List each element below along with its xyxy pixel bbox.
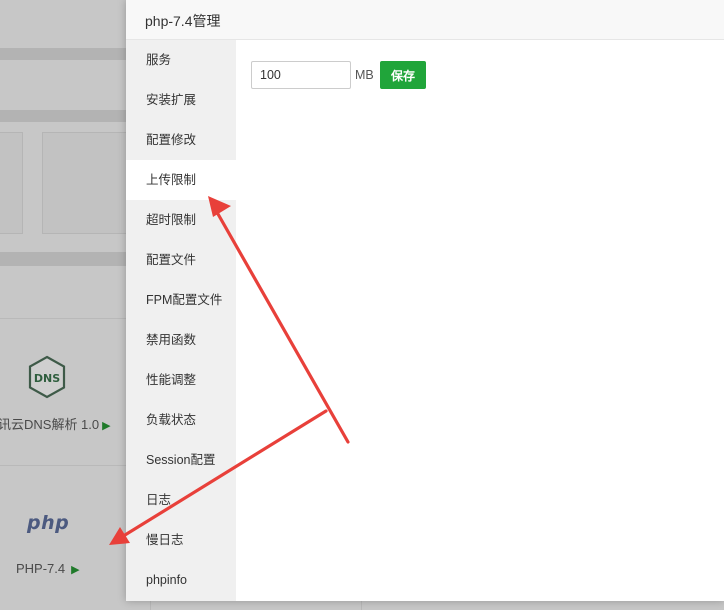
sidebar-item-slow-log[interactable]: 慢日志 <box>126 520 236 560</box>
sidebar-item-performance-tuning[interactable]: 性能调整 <box>126 360 236 400</box>
upload-limit-input[interactable] <box>251 61 351 89</box>
dialog-header: php-7.4管理 <box>126 0 724 40</box>
play-icon: ▶ <box>71 564 80 576</box>
plugin-name: 讯云DNS解析 1.0 <box>0 417 100 432</box>
bg-divider <box>0 48 126 60</box>
bg-plugin-label-dns[interactable]: 讯云DNS解析 1.0 ▶ <box>0 414 111 433</box>
bg-card <box>0 132 23 234</box>
bg-plugin-label-php[interactable]: PHP-7.4 ▶ <box>16 561 80 576</box>
screen: DNS 讯云DNS解析 1.0 ▶ php PHP-7.4 ▶ php-7.4管理 … <box>0 0 724 610</box>
bg-page-top <box>0 0 126 48</box>
bg-divider <box>0 252 126 266</box>
sidebar-item-disabled-functions[interactable]: 禁用函数 <box>126 320 236 360</box>
sidebar-item-timeout-limit[interactable]: 超时限制 <box>126 200 236 240</box>
bg-page-bottom <box>126 601 724 610</box>
dialog-sidebar: 服务 安装扩展 配置修改 上传限制 超时限制 配置文件 FPM配置文件 禁用函数… <box>126 40 236 601</box>
sidebar-item-session-config[interactable]: Session配置 <box>126 440 236 480</box>
dialog-title: php-7.4管理 <box>145 13 221 29</box>
bg-rule <box>0 465 126 466</box>
save-button[interactable]: 保存 <box>380 61 426 89</box>
bg-rule <box>361 601 362 610</box>
sidebar-item-service[interactable]: 服务 <box>126 40 236 80</box>
play-icon: ▶ <box>102 420 111 432</box>
sidebar-item-phpinfo[interactable]: phpinfo <box>126 560 236 600</box>
bg-rule <box>0 318 126 319</box>
php-manage-dialog: php-7.4管理 服务 安装扩展 配置修改 上传限制 超时限制 配置文件 FP… <box>126 0 724 601</box>
sidebar-item-config-edit[interactable]: 配置修改 <box>126 120 236 160</box>
bg-divider <box>0 110 126 122</box>
php-logo: php <box>27 512 70 534</box>
sidebar-item-load-status[interactable]: 负载状态 <box>126 400 236 440</box>
plugin-name: PHP-7.4 <box>16 561 66 576</box>
sidebar-item-fpm-config-file[interactable]: FPM配置文件 <box>126 280 236 320</box>
sidebar-item-log[interactable]: 日志 <box>126 480 236 520</box>
upload-limit-unit: MB <box>355 68 374 82</box>
bg-panel <box>0 60 126 110</box>
sidebar-item-config-file[interactable]: 配置文件 <box>126 240 236 280</box>
dns-icon-text: DNS <box>34 372 60 385</box>
sidebar-item-install-extensions[interactable]: 安装扩展 <box>126 80 236 120</box>
dns-icon: DNS <box>28 355 66 399</box>
sidebar-item-upload-limit[interactable]: 上传限制 <box>126 160 236 200</box>
bg-card <box>42 132 128 234</box>
bg-rule <box>150 601 151 610</box>
